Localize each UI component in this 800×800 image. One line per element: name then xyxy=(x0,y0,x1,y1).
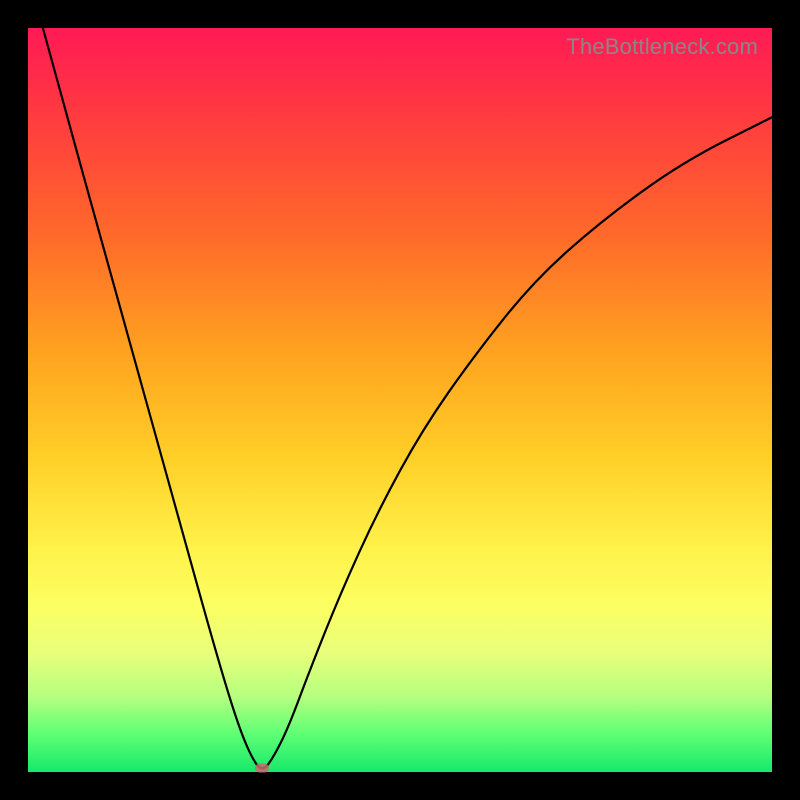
optimum-marker xyxy=(255,764,269,773)
chart-frame: TheBottleneck.com xyxy=(0,0,800,800)
plot-area: TheBottleneck.com xyxy=(28,28,772,772)
bottleneck-curve xyxy=(28,28,772,772)
